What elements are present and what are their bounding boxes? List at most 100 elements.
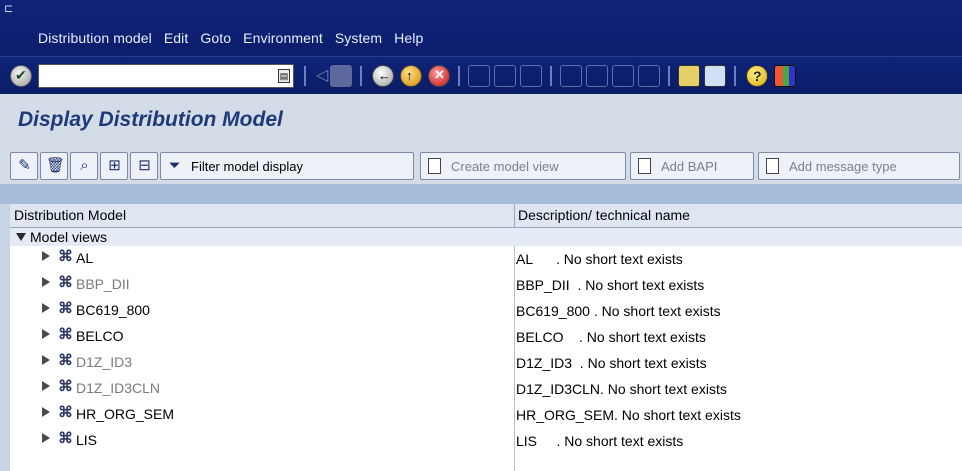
command-input[interactable]: [39, 65, 267, 87]
expand-triangle-icon[interactable]: [42, 381, 51, 391]
toolbar-separator: [304, 66, 306, 86]
expand-triangle-icon[interactable]: [42, 303, 51, 313]
model-view-name: BELCO: [76, 328, 124, 344]
create-model-view-label: Create model view: [451, 159, 559, 174]
model-view-description: BC619_800 . No short text exists: [516, 303, 721, 319]
expand-triangle-icon[interactable]: [42, 433, 51, 443]
collapse-button[interactable]: ⊟: [130, 152, 158, 180]
model-view-icon: ⌘: [58, 378, 73, 395]
expand-triangle-icon[interactable]: [42, 277, 51, 287]
model-view-icon: ⌘: [58, 430, 73, 447]
toolbar-separator: [550, 66, 552, 86]
title-area: Display Distribution Model: [0, 94, 962, 144]
column-header-distribution-model[interactable]: Distribution Model: [14, 207, 126, 223]
expand-triangle-icon[interactable]: [42, 407, 51, 417]
delete-button[interactable]: 🗑: [40, 152, 68, 180]
collapse-triangle-icon[interactable]: [16, 233, 26, 242]
tree-spacer: [0, 184, 962, 204]
tree-row[interactable]: ⌘ D1Z_ID3 D1Z_ID3 . No short text exists: [10, 350, 962, 376]
model-view-name: D1Z_ID3: [76, 354, 133, 370]
model-view-name: AL: [76, 250, 94, 266]
edit-mode-button[interactable]: ✎: [10, 152, 38, 180]
print-icon[interactable]: [468, 65, 490, 87]
menu-goto[interactable]: Goto: [200, 30, 239, 46]
document-icon: [766, 158, 779, 174]
application-toolbar: ✎ 🗑 ⌕ ⊞ ⊟ ⏷ Filter model display Create …: [0, 144, 962, 184]
expand-triangle-icon[interactable]: [42, 329, 51, 339]
model-view-name: HR_ORG_SEM: [76, 406, 175, 422]
cancel-icon[interactable]: ✕: [428, 65, 450, 87]
model-view-icon: ⌘: [58, 352, 73, 369]
shortcut-icon[interactable]: [704, 65, 726, 87]
tree-row[interactable]: ⌘ BBP_DII BBP_DII . No short text exists: [10, 272, 962, 298]
expand-button[interactable]: ⊞: [100, 152, 128, 180]
toolbar-separator: [734, 66, 736, 86]
help-icon[interactable]: ?: [746, 65, 768, 87]
save-icon[interactable]: [330, 65, 352, 87]
model-view-name: BBP_DII: [76, 276, 130, 292]
column-separator[interactable]: [514, 204, 515, 228]
toolbar-separator: [668, 66, 670, 86]
toolbar-separator: [458, 66, 460, 86]
layout-icon[interactable]: [774, 65, 796, 87]
model-view-description: LIS . No short text exists: [516, 433, 684, 449]
tree-row[interactable]: ⌘ HR_ORG_SEM HR_ORG_SEM. No short text e…: [10, 402, 962, 428]
model-view-name: BC619_800: [76, 302, 150, 318]
tree-row[interactable]: ⌘ D1Z_ID3CLN D1Z_ID3CLN. No short text e…: [10, 376, 962, 402]
exit-icon[interactable]: ↑: [400, 65, 422, 87]
column-header-description[interactable]: Description/ technical name: [518, 207, 690, 223]
filter-model-display-label: Filter model display: [191, 159, 303, 174]
model-view-description: BBP_DII . No short text exists: [516, 277, 705, 293]
document-icon: [638, 158, 651, 174]
back-icon[interactable]: ←: [372, 65, 394, 87]
model-view-description: AL . No short text exists: [516, 251, 683, 267]
model-view-description: D1Z_ID3 . No short text exists: [516, 355, 707, 371]
model-view-icon: ⌘: [58, 404, 73, 421]
collapse-icon: ⊟: [138, 157, 151, 174]
pencil-glasses-icon: ✎: [18, 157, 31, 174]
model-view-name: LIS: [76, 432, 98, 448]
distribution-model-tree: Distribution Model Description/ technica…: [0, 184, 962, 471]
model-view-icon: ⌘: [58, 274, 73, 291]
find-button[interactable]: ⌕: [70, 152, 98, 180]
command-field[interactable]: ▤: [38, 64, 294, 88]
add-bapi-button[interactable]: Add BAPI: [630, 152, 754, 180]
expand-icon: ⊞: [108, 157, 121, 174]
menu-help[interactable]: Help: [394, 30, 431, 46]
add-message-type-label: Add message type: [789, 159, 897, 174]
group-label: Model views: [30, 229, 108, 245]
filter-model-display-button[interactable]: ⏷ Filter model display: [160, 152, 414, 180]
tree-group-model-views[interactable]: Model views: [10, 228, 962, 246]
find-next-icon[interactable]: [520, 65, 542, 87]
expand-triangle-icon[interactable]: [42, 251, 51, 261]
tree-row[interactable]: ⌘ BELCO BELCO . No short text exists: [10, 324, 962, 350]
tree-row[interactable]: ⌘ LIS LIS . No short text exists: [10, 428, 962, 454]
menu-edit[interactable]: Edit: [164, 30, 197, 46]
enter-icon[interactable]: [10, 65, 32, 87]
find-icon[interactable]: [494, 65, 516, 87]
prev-page-icon[interactable]: [586, 65, 608, 87]
first-page-icon[interactable]: [560, 65, 582, 87]
add-bapi-label: Add BAPI: [661, 159, 718, 174]
new-session-icon[interactable]: [678, 65, 700, 87]
menu-system[interactable]: System: [335, 30, 390, 46]
add-message-type-button[interactable]: Add message type: [758, 152, 960, 180]
create-model-view-button[interactable]: Create model view: [420, 152, 626, 180]
next-page-icon[interactable]: [612, 65, 634, 87]
page-title: Display Distribution Model: [18, 108, 283, 131]
toolbar-separator: [360, 66, 362, 86]
menu-environment[interactable]: Environment: [243, 30, 331, 46]
model-view-icon: ⌘: [58, 326, 73, 343]
last-page-icon[interactable]: [638, 65, 660, 87]
menu-distribution-model[interactable]: Distribution model: [38, 30, 160, 46]
tree-row[interactable]: ⌘ BC619_800 BC619_800 . No short text ex…: [10, 298, 962, 324]
previous-icon[interactable]: ◁: [316, 65, 328, 87]
tree-row[interactable]: ⌘ AL AL . No short text exists: [10, 246, 962, 272]
standard-toolbar: ▤ ◁ ← ↑ ✕ ?: [0, 56, 962, 94]
system-menu-icon[interactable]: ⊏: [4, 3, 16, 15]
model-view-name: D1Z_ID3CLN: [76, 380, 161, 396]
command-history-icon[interactable]: ▤: [278, 69, 290, 83]
filter-icon: ⏷: [168, 157, 181, 174]
tree-body: Model views ⌘ AL AL . No short text exis…: [10, 228, 962, 471]
expand-triangle-icon[interactable]: [42, 355, 51, 365]
